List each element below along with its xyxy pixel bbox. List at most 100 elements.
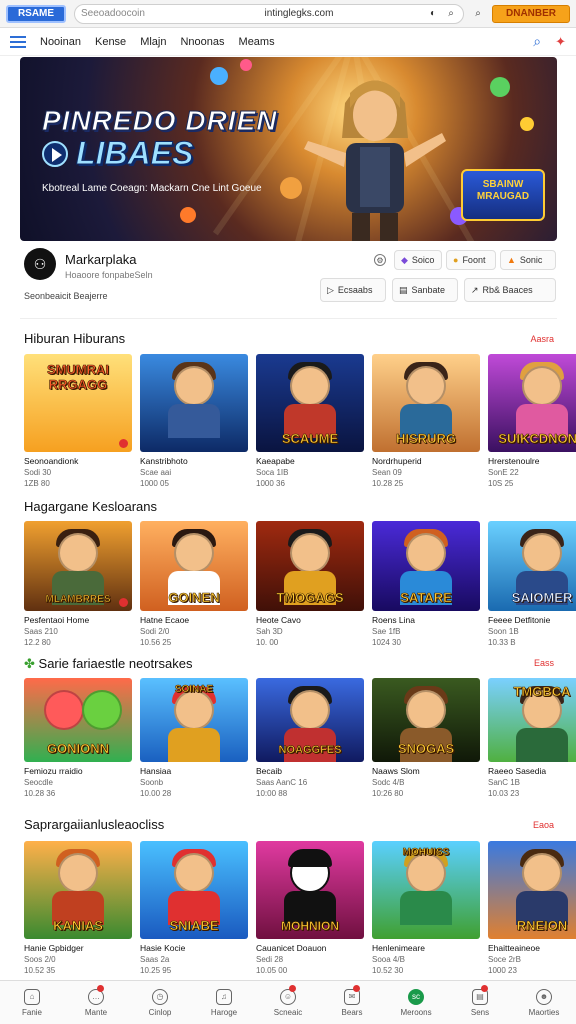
section-more-link[interactable]: Eaoa — [533, 820, 554, 830]
video-title[interactable]: Feeee Detfitonie — [488, 615, 576, 625]
channel-button-2[interactable]: ● Foont — [446, 250, 496, 270]
video-title[interactable]: Raeeo Sasedia — [488, 766, 576, 776]
channel-action-2[interactable]: ▤ Sanbate — [392, 278, 458, 302]
video-thumbnail[interactable]: TMOGAGS — [256, 521, 364, 611]
video-title[interactable]: Ehaitteaineoe — [488, 943, 576, 953]
video-thumbnail[interactable]: HISRURG — [372, 354, 480, 452]
bottom-nav-members[interactable]: sc Meroons — [384, 981, 448, 1024]
video-title[interactable]: Roens Lina — [372, 615, 480, 625]
video-card[interactable]: RNEION Ehaitteaineoe Soce 2rB 1000 23 — [488, 841, 576, 975]
video-title[interactable]: Naaws Slom — [372, 766, 480, 776]
play-icon[interactable] — [42, 141, 68, 167]
video-thumbnail[interactable]: SATARE — [372, 521, 480, 611]
url-bar[interactable]: Seeoadoocoin intinglegks.com ◐ ⌕ — [74, 3, 464, 24]
video-thumbnail[interactable]: NOAGGFES — [256, 678, 364, 762]
bottom-nav-docs[interactable]: ▤ Sens — [448, 981, 512, 1024]
video-thumbnail[interactable]: GONIONN — [24, 678, 132, 762]
video-thumbnail[interactable]: SUIKCDNONE — [488, 354, 576, 452]
hero-banner[interactable]: PINREDO DRIEN LIBAES Kbotreal Lame Coeag… — [20, 57, 557, 241]
video-title[interactable]: Henlenimeare — [372, 943, 480, 953]
channel-action-3[interactable]: ↗ Rb& Baaces — [464, 278, 556, 302]
video-thumbnail[interactable]: TMGBCA — [488, 678, 576, 762]
video-card[interactable]: SMUMRAI RRGAGG Seonoandionk Sodi 30 1ZB … — [24, 354, 132, 488]
channel-name[interactable]: Markarplaka — [65, 252, 137, 267]
video-thumbnail[interactable]: GOINEN — [140, 521, 248, 611]
video-card[interactable]: SUIKCDNONE Hrerstenoulre SonE 22 10S 25 … — [488, 354, 576, 488]
video-thumbnail[interactable]: MOHUISS — [372, 841, 480, 939]
nav-item[interactable]: Nooinan — [40, 36, 81, 48]
video-title[interactable]: Pesfentaoi Home — [24, 615, 132, 625]
channel-action-1[interactable]: ▷ Ecsaabs — [320, 278, 386, 302]
video-thumbnail[interactable]: RNEION — [488, 841, 576, 939]
channel-description: Seonbeaicit Beajerre — [24, 291, 108, 301]
video-thumbnail[interactable]: MLAMBRRES — [24, 521, 132, 611]
video-card[interactable]: MOHNION Cauanicet Doauon Sedi 28 10.05 0… — [256, 841, 364, 975]
url-text[interactable]: intinglegks.com — [177, 8, 421, 19]
video-card[interactable]: HISRURG Nordrhuperid Sean 09 10.28 25 — [372, 354, 480, 488]
video-title[interactable]: Kaeapabe — [256, 456, 364, 466]
nav-item[interactable]: Mlajn — [140, 36, 166, 48]
video-thumbnail[interactable] — [140, 354, 248, 452]
nav-item[interactable]: Nnoonas — [180, 36, 224, 48]
bottom-nav-search[interactable]: ☺ Scneaic — [256, 981, 320, 1024]
search-icon[interactable]: ⌕ — [445, 8, 457, 20]
video-title[interactable]: Nordrhuperid — [372, 456, 480, 466]
search-icon[interactable]: ⌕ — [533, 33, 541, 50]
channel-button-1[interactable]: ◆ Soico — [394, 250, 442, 270]
video-card[interactable]: MOHUISS Henlenimeare Sooa 4/B 10.52 30 — [372, 841, 480, 975]
video-card[interactable]: Kanstribhoto Scae aai 1000 05 — [140, 354, 248, 488]
menu-icon[interactable] — [10, 35, 26, 48]
video-card[interactable]: SNIABE Hasie Kocie Saas 2a 10.25 95 — [140, 841, 248, 975]
video-thumbnail[interactable]: MOHNION — [256, 841, 364, 939]
video-thumbnail[interactable]: SNOGAS — [372, 678, 480, 762]
notification-icon[interactable]: ✦ — [555, 34, 566, 50]
pie-chart-icon[interactable]: ◐ — [427, 8, 439, 20]
video-title[interactable]: Becaib — [256, 766, 364, 776]
avatar[interactable]: ⚇ — [24, 248, 56, 280]
video-title[interactable]: Femiozu rraidio — [24, 766, 132, 776]
video-title[interactable]: Cauanicet Doauon — [256, 943, 364, 953]
video-title[interactable]: Hasie Kocie — [140, 943, 248, 953]
video-title[interactable]: Heote Cavo — [256, 615, 364, 625]
video-card[interactable]: SATARE Roens Lina Sae 1fB 1024 30 — [372, 521, 480, 647]
video-card[interactable]: SCAUME Kaeapabe Soca 1IB 1000 36 — [256, 354, 364, 488]
video-thumbnail[interactable]: SMUMRAI RRGAGG — [24, 354, 132, 452]
settings-icon[interactable]: ⚙ — [374, 254, 386, 266]
nav-item[interactable]: Meams — [239, 36, 275, 48]
video-card[interactable]: KANIAS Hanie Gpbidger Soos 2/0 10.52 35 — [24, 841, 132, 975]
video-row: GONIONN Femiozu rraidio Seocdle 10.28 36… — [24, 678, 576, 798]
bottom-nav-inbox[interactable]: ✉ Bears — [320, 981, 384, 1024]
bottom-nav-profile[interactable]: ☻ Maorties — [512, 981, 576, 1024]
video-title[interactable]: Seonoandionk — [24, 456, 132, 466]
section-more-link[interactable]: Aasra — [530, 334, 554, 344]
video-card[interactable]: NOAGGFES Becaib Saas AanC 16 10:00 88 — [256, 678, 364, 798]
section-more-link[interactable]: Eass — [534, 658, 554, 668]
channel-button-3[interactable]: ▲ Sonic — [500, 250, 556, 270]
bottom-nav-home[interactable]: ⌂ Fanie — [0, 981, 64, 1024]
video-thumbnail[interactable]: SOINAE — [140, 678, 248, 762]
video-card[interactable]: GONIONN Femiozu rraidio Seocdle 10.28 36 — [24, 678, 132, 798]
video-title[interactable]: Hanie Gpbidger — [24, 943, 132, 953]
video-card[interactable]: TMGBCA Raeeo Sasedia SanC 1B 10.03 23 ⋮ — [488, 678, 576, 798]
bottom-nav-messages[interactable]: … Mante — [64, 981, 128, 1024]
video-thumbnail[interactable]: SNIABE — [140, 841, 248, 939]
video-title[interactable]: Hatne Ecaoe — [140, 615, 248, 625]
video-title[interactable]: Hrerstenoulre — [488, 456, 576, 466]
video-card[interactable]: SNOGAS Naaws Slom Sodc 4/B 10:26 80 — [372, 678, 480, 798]
bottom-nav-history[interactable]: ◷ Cinlop — [128, 981, 192, 1024]
video-title[interactable]: Kanstribhoto — [140, 456, 248, 466]
video-card[interactable]: MLAMBRRES Pesfentaoi Home Saas 210 12.2 … — [24, 521, 132, 647]
bottom-nav-alerts[interactable]: ♫ Haroge — [192, 981, 256, 1024]
video-title[interactable]: Hansiaa — [140, 766, 248, 776]
video-thumbnail[interactable]: SCAUME — [256, 354, 364, 452]
video-card[interactable]: SOINAE Hansiaa Soonb 10.00 28 — [140, 678, 248, 798]
video-card[interactable]: GOINEN Hatne Ecaoe Sodi 2/0 10.56 25 — [140, 521, 248, 647]
brand-button[interactable]: DNANBER — [492, 4, 570, 23]
video-card[interactable]: SAIOMER Feeee Detfitonie Soon 1B 10.33 B — [488, 521, 576, 647]
nav-item[interactable]: Kense — [95, 36, 126, 48]
site-logo[interactable]: RSAME — [6, 4, 66, 23]
video-thumbnail[interactable]: KANIAS — [24, 841, 132, 939]
search-icon[interactable]: ⌕ — [472, 8, 484, 20]
video-thumbnail[interactable]: SAIOMER — [488, 521, 576, 611]
video-card[interactable]: TMOGAGS Heote Cavo Sah 3D 10. 00 — [256, 521, 364, 647]
